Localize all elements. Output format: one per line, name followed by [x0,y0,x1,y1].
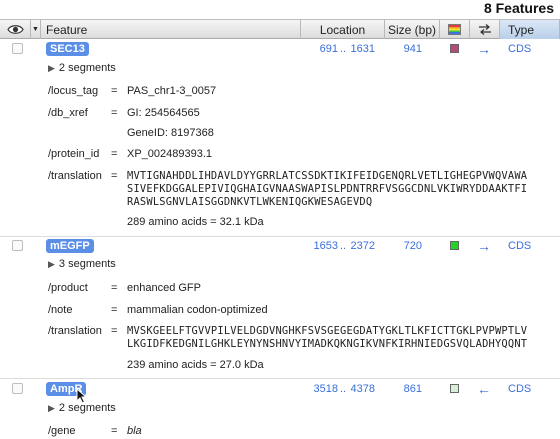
strand-forward-icon[interactable]: → [477,239,491,253]
feature-size: 720 [403,240,422,252]
strand-column-header[interactable] [470,20,500,39]
qualifier-value: GI: 254564565 [127,107,200,119]
qualifier-equals: = [111,425,118,437]
feature-size: 941 [403,43,422,55]
qualifier-key: /db_xref [48,107,88,119]
qualifier-equals: = [111,282,118,294]
qualifier-value: bla [127,425,142,437]
translation-sequence: RASWLSGNVLAISGGDNKVTLWKENIQGKWESAGEVDQ [127,196,373,208]
qualifier-value: enhanced GFP [127,282,201,294]
qualifier-value: PAS_chr1-3_0057 [127,85,217,97]
feature-checkbox[interactable] [12,43,23,54]
location-separator: .. [340,383,347,395]
qualifier-equals: = [111,148,118,160]
location-separator: .. [340,240,347,252]
qualifier-equals: = [111,170,118,182]
title-bar: 8 Features [0,0,560,19]
location-separator: .. [340,43,347,55]
segments-toggle[interactable]: ▶ 3 segments [48,258,116,270]
feature-color-swatch[interactable] [450,44,459,53]
feature-count: 8 Features [483,0,554,16]
qualifier-key: /translation [48,325,102,337]
feature-type[interactable]: CDS [508,43,531,55]
feature-type[interactable]: CDS [508,240,531,252]
feature-type[interactable]: CDS [508,383,531,395]
rainbow-color-icon [448,24,461,35]
eye-icon [6,25,24,34]
feature-name[interactable]: mEGFP [46,239,94,253]
disclosure-triangle-icon: ▶ [48,259,55,269]
qualifier-key: /locus_tag [48,85,99,97]
feature-row-sec13[interactable]: SEC13 691 .. 1631 941 → CDS ▶ 2 segments … [0,40,560,235]
translation-sequence: MVSKGEELFTGVVPILVELDGDVNGHKFSVSGEGEGDATY… [127,325,528,337]
qualifier-key: /product [48,282,88,294]
qualifier-value: XP_002489393.1 [127,148,213,160]
disclosure-triangle-icon: ▶ [48,63,55,73]
qualifier-value: mammalian codon-optimized [127,304,268,316]
visibility-column-button[interactable] [0,20,31,39]
chevron-down-icon: ▼ [32,26,39,33]
feature-checkbox[interactable] [12,240,23,251]
size-column-header[interactable]: Size (bp) [385,20,440,39]
qualifier-key: /translation [48,170,102,182]
translation-sequence: MVTIGNAHDDLIHDAVLDYYGRRLATCSSDKTIKIFEIDG… [127,170,528,182]
column-header: ▼ Feature Location Size (bp) Type [0,19,560,39]
location-end[interactable]: 2372 [351,240,375,252]
strand-reverse-icon[interactable]: ← [477,382,491,396]
type-column-header[interactable]: Type [500,20,560,39]
translation-sequence: LKGIDFKEDGNILGHKLEYNYNSHNVYIMADKQKNGIKVN… [127,338,528,350]
qualifier-equals: = [111,325,118,337]
qualifier-key: /note [48,304,73,316]
qualifier-equals: = [111,85,118,97]
feature-color-swatch[interactable] [450,241,459,250]
segments-toggle[interactable]: ▶ 2 segments [48,62,116,74]
location-start[interactable]: 691 [320,43,338,55]
location-column-header[interactable]: Location [301,20,385,39]
segments-label: 3 segments [58,258,116,270]
swap-arrows-icon [478,24,491,35]
translation-sequence: SIVEFKDGGALEPIVIQGHAIGVNAASWAPISLPDNTRRF… [127,183,528,195]
location-start[interactable]: 3518 [314,383,338,395]
segments-label: 2 segments [58,62,116,74]
disclosure-triangle-icon: ▶ [48,403,55,413]
visibility-dropdown-button[interactable]: ▼ [31,20,41,39]
qualifier-value: GeneID: 8197368 [127,127,214,139]
location-start[interactable]: 1653 [314,240,338,252]
qualifier-key: /gene [48,425,76,437]
qualifier-equals: = [111,304,118,316]
color-column-header[interactable] [440,20,470,39]
strand-forward-icon[interactable]: → [477,42,491,56]
location-end[interactable]: 4378 [351,383,375,395]
feature-row-megfp[interactable]: mEGFP 1653 .. 2372 720 → CDS ▶ 3 segments… [0,236,560,378]
qualifier-key: /protein_id [48,148,100,160]
feature-name[interactable]: SEC13 [46,42,89,56]
amino-acid-summary: 239 amino acids = 27.0 kDa [127,359,264,371]
feature-column-header[interactable]: Feature [41,20,301,39]
feature-checkbox[interactable] [12,383,23,394]
feature-color-swatch[interactable] [450,384,459,393]
location-end[interactable]: 1631 [351,43,375,55]
qualifier-equals: = [111,107,118,119]
amino-acid-summary: 289 amino acids = 32.1 kDa [127,216,264,228]
feature-size: 861 [403,383,422,395]
